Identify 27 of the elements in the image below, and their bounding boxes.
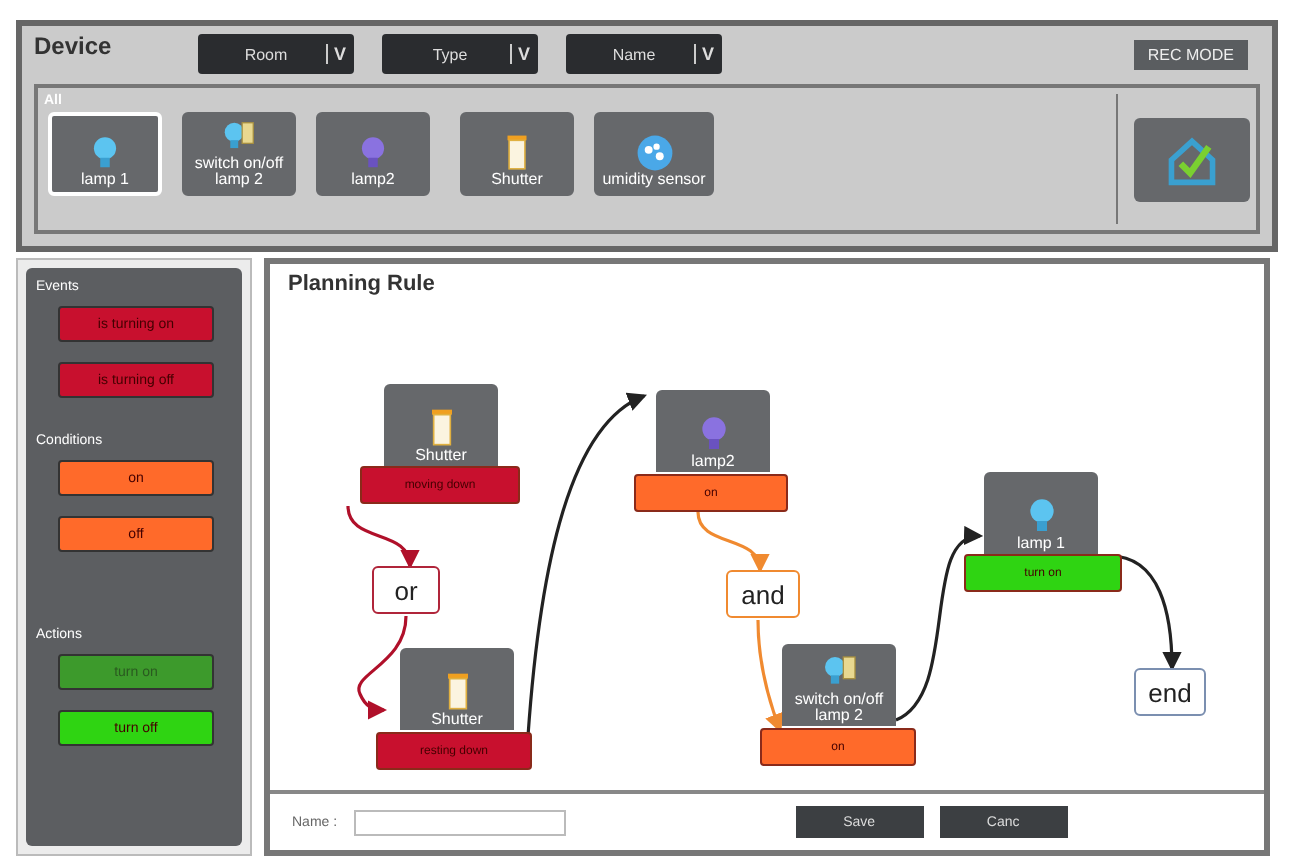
rule-title: Planning Rule [288, 272, 435, 296]
panel-title: Device [34, 32, 114, 60]
node-label: Shutter [415, 448, 467, 464]
device-node[interactable]: Shutter [400, 648, 514, 730]
device-node[interactable]: lamp 1 [984, 472, 1098, 554]
filter-dropdown[interactable]: Name V [566, 34, 722, 74]
droplets-icon [635, 134, 673, 172]
operator-node[interactable]: and [726, 570, 800, 618]
node-label: switch on/off lamp 2 [794, 692, 884, 724]
node-label: lamp 1 [1016, 536, 1065, 552]
rec-mode-button[interactable]: REC MODE [1133, 39, 1248, 69]
node-label: Shutter [431, 712, 483, 728]
node-label: lamp2 [691, 454, 735, 470]
operator-node[interactable]: or [372, 566, 440, 614]
house-check-button[interactable] [1134, 117, 1250, 201]
filter-dropdown[interactable]: Room V [198, 34, 354, 74]
device-tile[interactable]: lamp2 [316, 112, 430, 196]
filter-dropdown[interactable]: Type V [382, 34, 538, 74]
device-node[interactable]: switch on/off lamp 2 [782, 644, 896, 726]
operator-node[interactable]: end [1134, 668, 1206, 716]
device-tile[interactable]: lamp 1 [48, 112, 162, 196]
device-tile[interactable]: umidity sensor [594, 112, 714, 196]
device-node[interactable]: lamp2 [656, 390, 770, 472]
device-tile[interactable]: Shutter [460, 112, 574, 196]
device-tile[interactable]: switch on/off lamp 2 [182, 112, 296, 196]
name-input[interactable] [353, 809, 566, 835]
device-node[interactable]: Shutter [384, 384, 498, 466]
